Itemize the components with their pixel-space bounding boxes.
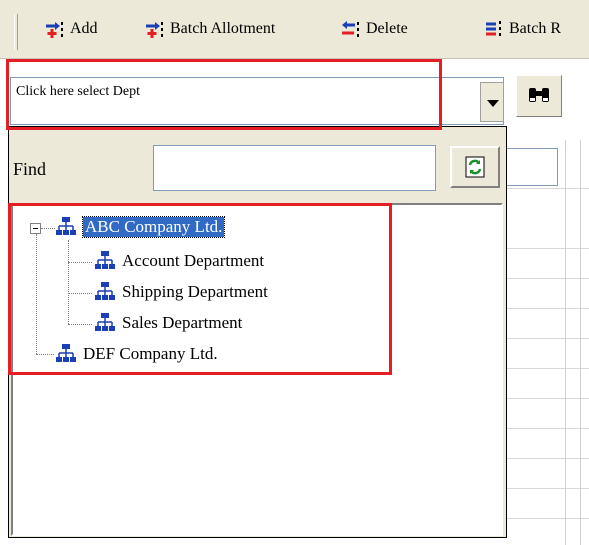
grid-filter-input[interactable] [504,148,558,186]
grid-column-line [580,140,581,545]
search-button[interactable] [516,75,562,117]
add-button[interactable]: Add [44,14,98,44]
batch-r-icon [483,18,505,40]
batch-r-label: Batch R [509,20,561,37]
grid-line [504,428,589,429]
tree-node-label: DEF Company Ltd. [83,344,218,363]
tree-connector [68,262,92,263]
grid-line [504,488,589,489]
tree-connector [68,293,92,294]
tree-connector [68,240,69,324]
tree-node-sales-department[interactable]: Sales Department [94,312,242,334]
org-chart-icon [94,312,116,334]
add-label: Add [70,20,98,37]
org-chart-icon [55,216,77,238]
grid-line [504,338,589,339]
grid-line [504,188,589,189]
tree-connector [41,228,55,229]
batch-allotment-button[interactable]: Batch Allotment [144,14,275,44]
refresh-icon [465,156,485,178]
grid-line [504,308,589,309]
add-icon [44,18,66,40]
tree-node-label: Sales Department [122,313,243,332]
toolbar: Add Batch Allotment Delete Batch R [0,0,589,59]
tree-node-shipping-department[interactable]: Shipping Department [94,281,268,303]
grid-line [504,398,589,399]
collapse-toggle-icon[interactable] [30,223,41,234]
org-chart-icon [94,250,116,272]
tree-node-account-department[interactable]: Account Department [94,250,264,272]
batch-allotment-icon [144,18,166,40]
tree-node-label: ABC Company Ltd. [81,216,226,238]
grid-line [504,458,589,459]
grid-line [504,248,589,249]
binoculars-icon [529,88,549,102]
batch-allotment-label: Batch Allotment [170,20,276,37]
background-grid [504,140,589,545]
tree-connector [68,324,92,325]
find-label: Find [13,159,47,179]
batch-r-button[interactable]: Batch R [483,14,561,44]
delete-label: Delete [366,20,408,37]
tree-node-def-company[interactable]: DEF Company Ltd. [55,343,218,365]
delete-icon [340,18,362,40]
find-input[interactable] [153,145,436,191]
grid-line [504,518,589,519]
grid-line [504,368,589,369]
tree-node-label: Shipping Department [122,282,268,301]
tree-node-abc-company[interactable]: ABC Company Ltd. [55,216,226,238]
org-chart-icon [94,281,116,303]
toolbar-grip [14,14,18,50]
dropdown-arrow-icon[interactable] [480,82,504,122]
grid-column-line [565,140,566,545]
dept-selector-text: Click here select Dept [16,84,141,99]
org-chart-icon [55,343,77,365]
refresh-button[interactable] [450,146,500,188]
tree-node-label: Account Department [122,251,265,270]
delete-button[interactable]: Delete [340,14,408,44]
tree-connector [36,234,37,354]
tree-connector [36,354,54,355]
grid-line [504,278,589,279]
